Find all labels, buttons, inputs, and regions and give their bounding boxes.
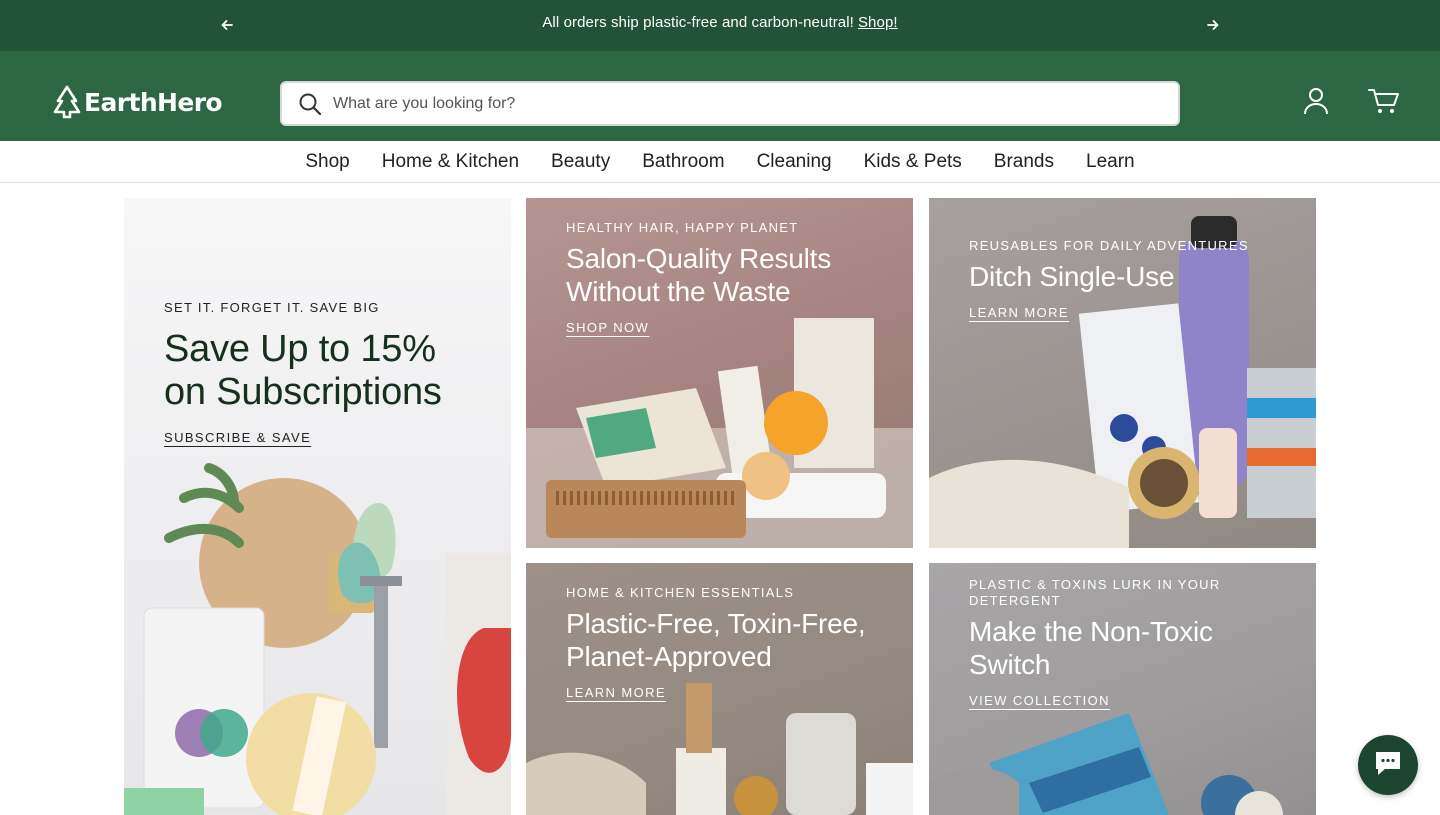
announcement-shop-link[interactable]: Shop!: [858, 14, 898, 31]
search-input[interactable]: [333, 94, 1133, 113]
promo-kitchen-text: HOME & KITCHEN ESSENTIALS Plastic-Free, …: [566, 585, 883, 702]
logo-text: EarthHero: [84, 87, 223, 117]
chat-icon: [1373, 749, 1403, 782]
promo-hair-cta[interactable]: SHOP NOW: [566, 320, 649, 335]
promo-hair-headline: Salon-Quality Results Without the Waste: [566, 243, 832, 307]
promo-subscriptions-headline: Save Up to 15% on Subscriptions: [164, 328, 442, 413]
announcement-text: All orders ship plastic-free and carbon-…: [542, 14, 854, 31]
promo-detergent-cta[interactable]: VIEW COLLECTION: [969, 693, 1110, 708]
promo-detergent-headline: Make the Non-Toxic Switch: [969, 616, 1213, 680]
promo-kitchen-cta[interactable]: LEARN MORE: [566, 685, 666, 700]
arrow-right-icon[interactable]: [1201, 13, 1225, 37]
promo-reusables-text: REUSABLES FOR DAILY ADVENTURES Ditch Sin…: [969, 238, 1286, 322]
promo-kitchen-eyebrow: HOME & KITCHEN ESSENTIALS: [566, 585, 795, 600]
search-icon[interactable]: [297, 91, 323, 117]
promo-reusables-headline: Ditch Single-Use: [969, 261, 1175, 292]
promo-detergent-eyebrow: PLASTIC & TOXINS LURK IN YOUR DETERGENT: [969, 577, 1221, 608]
nav-item-brands[interactable]: Brands: [978, 151, 1070, 173]
promo-subscriptions[interactable]: SET IT. FORGET IT. SAVE BIG Save Up to 1…: [124, 198, 511, 815]
nav-item-learn[interactable]: Learn: [1070, 151, 1151, 173]
announcement-bar: All orders ship plastic-free and carbon-…: [0, 0, 1440, 51]
promo-reusables[interactable]: REUSABLES FOR DAILY ADVENTURES Ditch Sin…: [929, 198, 1316, 548]
logo[interactable]: EarthHero: [52, 85, 223, 119]
promo-detergent-text: PLASTIC & TOXINS LURK IN YOUR DETERGENT …: [969, 577, 1286, 710]
account-icon[interactable]: [1299, 84, 1333, 118]
search-bar[interactable]: [280, 81, 1180, 126]
promo-subscriptions-eyebrow: SET IT. FORGET IT. SAVE BIG: [164, 300, 380, 315]
promo-reusables-cta[interactable]: LEARN MORE: [969, 305, 1069, 320]
nav-item-bathroom[interactable]: Bathroom: [626, 151, 740, 173]
promo-kitchen[interactable]: HOME & KITCHEN ESSENTIALS Plastic-Free, …: [526, 563, 913, 815]
promo-hair-text: HEALTHY HAIR, HAPPY PLANET Salon-Quality…: [566, 220, 883, 337]
chat-button[interactable]: [1358, 735, 1418, 795]
cart-icon[interactable]: [1367, 84, 1401, 118]
promo-detergent[interactable]: PLASTIC & TOXINS LURK IN YOUR DETERGENT …: [929, 563, 1316, 815]
promo-hair[interactable]: HEALTHY HAIR, HAPPY PLANET Salon-Quality…: [526, 198, 913, 548]
promo-subscriptions-text: SET IT. FORGET IT. SAVE BIG Save Up to 1…: [164, 300, 481, 447]
nav-item-kids-pets[interactable]: Kids & Pets: [848, 151, 978, 173]
nav-item-shop[interactable]: Shop: [289, 151, 365, 173]
nav-item-home-kitchen[interactable]: Home & Kitchen: [366, 151, 535, 173]
nav-item-beauty[interactable]: Beauty: [535, 151, 626, 173]
site-header: EarthHero: [0, 51, 1440, 141]
promo-subscriptions-cta[interactable]: SUBSCRIBE & SAVE: [164, 430, 311, 445]
promo-kitchen-headline: Plastic-Free, Toxin-Free, Planet-Approve…: [566, 608, 866, 672]
logo-tree-icon: [52, 85, 82, 119]
main-nav: Shop Home & Kitchen Beauty Bathroom Clea…: [0, 141, 1440, 183]
promo-reusables-eyebrow: REUSABLES FOR DAILY ADVENTURES: [969, 238, 1249, 253]
promo-subscriptions-image: [124, 463, 511, 815]
nav-item-cleaning[interactable]: Cleaning: [741, 151, 848, 173]
promo-hair-eyebrow: HEALTHY HAIR, HAPPY PLANET: [566, 220, 799, 235]
